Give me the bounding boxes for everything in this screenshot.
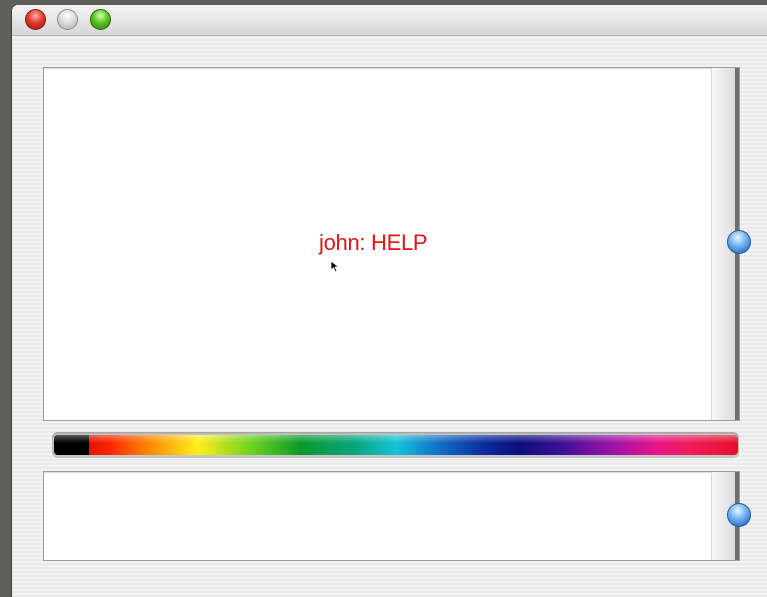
input-scroll-thumb[interactable] [727, 503, 751, 527]
chat-transcript[interactable]: john: HELP [43, 67, 751, 421]
chat-window: john: HELP [12, 5, 767, 597]
spectrum-gloss [54, 435, 738, 443]
message-input[interactable] [43, 471, 751, 561]
zoom-button[interactable] [90, 9, 111, 30]
title-bar[interactable] [12, 5, 767, 36]
transcript-scroll-thumb[interactable] [727, 230, 751, 254]
color-spectrum-picker[interactable] [52, 432, 739, 458]
input-scrollbar[interactable] [711, 472, 751, 560]
transcript-scrollbar[interactable] [711, 68, 751, 420]
minimize-button[interactable] [57, 9, 78, 30]
mouse-pointer-icon [330, 260, 340, 273]
close-button[interactable] [25, 9, 46, 30]
chat-message: john: HELP [319, 230, 428, 255]
